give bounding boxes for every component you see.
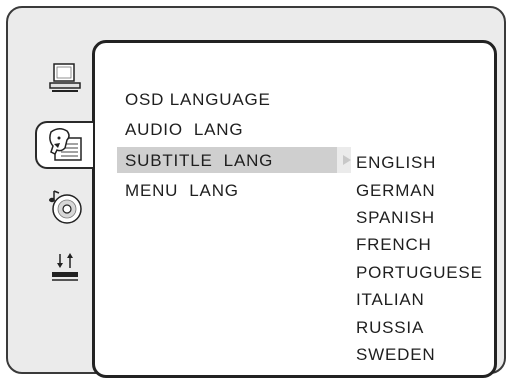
option-english[interactable]: ENGLISH — [356, 153, 436, 173]
menu-item-subtitle-lang[interactable]: SUBTITLE LANG — [125, 151, 273, 171]
language-icon — [49, 128, 82, 161]
audio-disc-icon — [49, 190, 82, 224]
sidebar-item-general[interactable] — [42, 55, 88, 101]
sidebar-item-audio[interactable] — [42, 183, 88, 229]
menu-item-menu-lang[interactable]: MENU LANG — [125, 181, 239, 201]
monitor-icon — [49, 63, 81, 92]
menu-item-audio-lang[interactable]: AUDIO LANG — [125, 120, 243, 140]
option-french[interactable]: FRENCH — [356, 235, 432, 255]
transfer-arrows-icon — [52, 253, 78, 281]
sidebar-item-language[interactable] — [35, 121, 93, 169]
option-german[interactable]: GERMAN — [356, 181, 435, 201]
option-italian[interactable]: ITALIAN — [356, 290, 425, 310]
menu-item-osd-language[interactable]: OSD LANGUAGE — [125, 90, 271, 110]
option-russia[interactable]: RUSSIA — [356, 318, 424, 338]
submenu-arrow-icon — [343, 155, 351, 165]
option-spanish[interactable]: SPANISH — [356, 208, 435, 228]
option-portuguese[interactable]: PORTUGUESE — [356, 263, 483, 283]
sidebar-item-transfer[interactable] — [42, 244, 88, 290]
option-sweden[interactable]: SWEDEN — [356, 345, 435, 365]
